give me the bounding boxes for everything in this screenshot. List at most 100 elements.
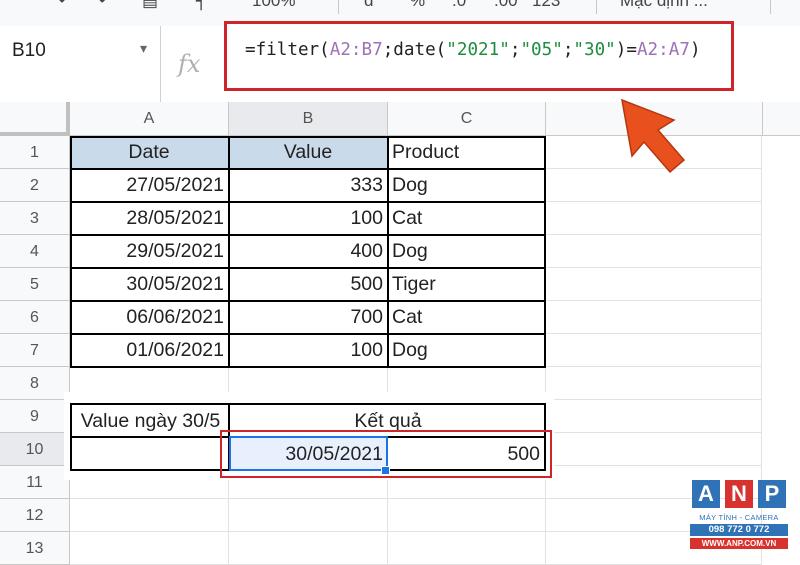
decrease-decimal-button[interactable]: .0	[452, 0, 466, 11]
formula-token: )=	[615, 40, 637, 60]
table-cell[interactable]: 700	[229, 301, 388, 334]
font-select[interactable]: Mặc định ...	[620, 0, 708, 11]
print-icon[interactable]: ▤	[142, 0, 158, 11]
column-header-b[interactable]: B	[229, 102, 388, 136]
arrow-icon	[621, 98, 686, 174]
table-cell[interactable]: Cat	[388, 202, 546, 235]
row-header-9[interactable]: 9	[0, 400, 70, 433]
caret-down-icon[interactable]: ▾	[140, 40, 147, 57]
row-header-4[interactable]: 4	[0, 235, 70, 268]
table-border	[70, 201, 546, 203]
formula-token: ;date(	[382, 40, 447, 60]
name-box[interactable]: B10 ▾	[0, 26, 161, 102]
percent-format-button[interactable]: %	[410, 0, 425, 11]
formula-bar: B10 ▾ fx =filter(A2:B7;date("2021";"05";…	[0, 21, 800, 103]
result-border	[70, 403, 72, 471]
row-header-2[interactable]: 2	[0, 169, 70, 202]
anp-logo: A N P MÁY TÍNH - CAMERA 098 772 0 772 WW…	[690, 480, 788, 552]
grid-cell[interactable]	[546, 334, 762, 367]
table-border	[70, 168, 546, 170]
formula-token: A2:B7	[329, 40, 383, 60]
table-border	[387, 136, 389, 368]
header-cell-date[interactable]: Date	[70, 136, 229, 169]
grid-cell[interactable]	[70, 499, 229, 532]
grid-cell[interactable]	[546, 268, 762, 301]
row-header-10[interactable]: 10	[0, 433, 70, 466]
select-all-corner[interactable]	[0, 102, 70, 136]
table-cell[interactable]: 30/05/2021	[70, 268, 229, 301]
column-header-a[interactable]: A	[70, 102, 229, 136]
grid-cell[interactable]	[546, 202, 762, 235]
column-header-edge[interactable]	[762, 102, 800, 136]
table-border	[70, 234, 546, 236]
table-cell[interactable]: 28/05/2021	[70, 202, 229, 235]
table-cell[interactable]: Cat	[388, 301, 546, 334]
table-border	[544, 136, 546, 368]
more-formats-button[interactable]: 123	[532, 0, 560, 11]
formula-token: "2021"	[446, 40, 510, 60]
formula-token: "30"	[573, 40, 616, 60]
formula-token: ;	[509, 40, 521, 60]
undo-icon[interactable]: ↶	[58, 0, 72, 11]
table-cell[interactable]: Dog	[388, 334, 546, 367]
row-header-12[interactable]: 12	[0, 499, 70, 532]
formula-token: )	[689, 40, 701, 60]
formula-token: =filter(	[245, 40, 330, 60]
table-cell[interactable]: Dog	[388, 169, 546, 202]
grid-cell[interactable]	[388, 532, 546, 565]
increase-decimal-button[interactable]: .00	[494, 0, 518, 11]
grid-cell[interactable]	[70, 532, 229, 565]
toolbar-divider	[338, 0, 339, 14]
formula-input[interactable]: =filter(A2:B7;date("2021";"05";"30")=A2:…	[245, 40, 701, 60]
paint-format-icon[interactable]: ┑	[196, 0, 206, 11]
table-cell[interactable]: Tiger	[388, 268, 546, 301]
grid-cell[interactable]	[229, 499, 388, 532]
grid-cell[interactable]	[546, 367, 762, 400]
row-header-5[interactable]: 5	[0, 268, 70, 301]
table-cell[interactable]: 01/06/2021	[70, 334, 229, 367]
logo-letter-a: A	[692, 480, 720, 508]
logo-tagline: MÁY TÍNH - CAMERA	[699, 513, 779, 522]
row-header-7[interactable]: 7	[0, 334, 70, 367]
result-label-cell[interactable]: Value ngày 30/5	[72, 405, 229, 438]
formula-token: ;	[562, 40, 574, 60]
row-header-3[interactable]: 3	[0, 202, 70, 235]
grid-cell[interactable]	[229, 532, 388, 565]
table-border	[70, 136, 546, 138]
table-cell[interactable]: 100	[229, 334, 388, 367]
grid-cell[interactable]	[546, 400, 762, 433]
grid-cell[interactable]	[388, 499, 546, 532]
row-header-13[interactable]: 13	[0, 532, 70, 565]
table-cell[interactable]: 500	[229, 268, 388, 301]
toolbar-divider	[770, 0, 771, 14]
grid-cell[interactable]	[546, 433, 762, 466]
table-cell[interactable]: 06/06/2021	[70, 301, 229, 334]
fx-icon: fx	[178, 50, 201, 78]
formula-highlight-box: =filter(A2:B7;date("2021";"05";"30")=A2:…	[224, 21, 734, 91]
grid-cell[interactable]	[546, 301, 762, 334]
table-cell[interactable]: 400	[229, 235, 388, 268]
currency-format-button[interactable]: đ	[364, 0, 373, 11]
toolbar-divider	[596, 0, 597, 14]
table-cell[interactable]: Dog	[388, 235, 546, 268]
redo-icon[interactable]: ↷	[92, 0, 106, 11]
zoom-select[interactable]: 100%	[252, 0, 295, 11]
table-border	[70, 333, 546, 335]
row-header-1[interactable]: 1	[0, 136, 70, 169]
table-border	[70, 267, 546, 269]
row-header-6[interactable]: 6	[0, 301, 70, 334]
logo-letter-p: P	[758, 480, 786, 508]
table-cell[interactable]: 100	[229, 202, 388, 235]
header-cell-product[interactable]: Product	[388, 136, 546, 169]
row-header-8[interactable]: 8	[0, 367, 70, 400]
grid-cell[interactable]	[546, 235, 762, 268]
formula-token: A2:A7	[636, 40, 690, 60]
table-cell[interactable]: 333	[229, 169, 388, 202]
table-border	[228, 136, 230, 368]
column-header-c[interactable]: C	[388, 102, 546, 136]
header-cell-value[interactable]: Value	[229, 136, 388, 169]
table-cell[interactable]: 27/05/2021	[70, 169, 229, 202]
logo-letter-n: N	[725, 480, 753, 508]
row-header-11[interactable]: 11	[0, 466, 70, 499]
table-cell[interactable]: 29/05/2021	[70, 235, 229, 268]
